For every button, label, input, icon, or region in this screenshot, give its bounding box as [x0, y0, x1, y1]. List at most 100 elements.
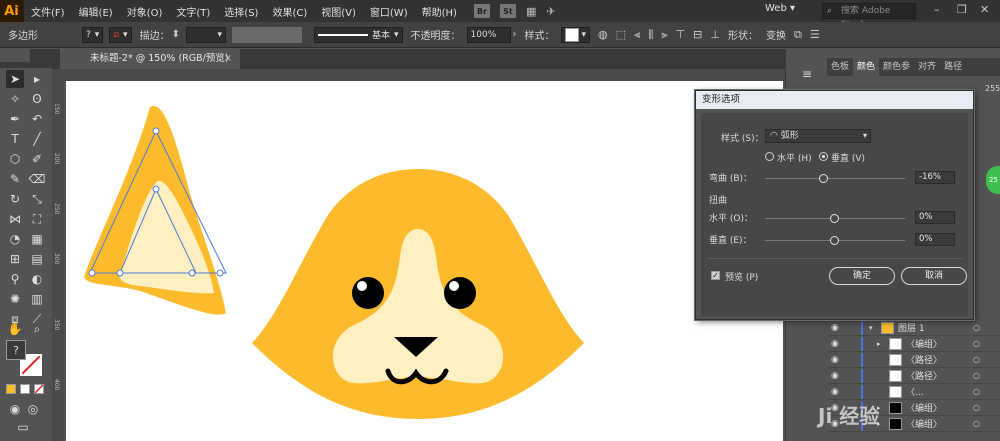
layer-row[interactable]: ◉ 〈路径〉 ○: [827, 352, 1000, 368]
layer-row[interactable]: ◉ ▾ 图层 1 ○: [827, 320, 1000, 336]
align-left-icon[interactable]: ⫷: [634, 28, 640, 42]
visibility-eye-icon[interactable]: ◉: [831, 387, 843, 397]
chevron-right-icon[interactable]: ›: [513, 29, 517, 40]
menu-type[interactable]: 文字(T): [169, 4, 217, 19]
mesh-tool-icon[interactable]: ⊞: [6, 250, 24, 268]
menu-edit[interactable]: 编辑(E): [72, 4, 120, 19]
opacity-input[interactable]: 100%: [466, 26, 511, 43]
lasso-tool-icon[interactable]: ʘ: [28, 90, 46, 108]
zoom-tool-icon[interactable]: ⌕: [28, 320, 46, 338]
blend-tool-icon[interactable]: ◐: [28, 270, 46, 288]
target-circle-icon[interactable]: ○: [973, 387, 980, 396]
menu-file[interactable]: 文件(F): [24, 4, 72, 19]
align-right-icon[interactable]: ⫸: [661, 28, 667, 42]
variable-width-profile[interactable]: [231, 26, 302, 43]
polygon-tool-icon[interactable]: ⬡: [6, 150, 24, 168]
shape-builder-tool-icon[interactable]: ◔: [6, 230, 24, 248]
none-mode-swatch[interactable]: [34, 384, 44, 394]
tab-align[interactable]: 对齐: [914, 58, 940, 76]
visibility-eye-icon[interactable]: ◉: [831, 355, 843, 365]
menu-view[interactable]: 视图(V): [314, 4, 363, 19]
paintbrush-tool-icon[interactable]: ✐: [28, 150, 46, 168]
width-tool-icon[interactable]: ⋈: [6, 210, 24, 228]
bend-slider-knob[interactable]: [818, 174, 828, 183]
distortion-vertical-slider-knob[interactable]: [830, 236, 839, 245]
fill-color-picker[interactable]: ? ▾: [82, 26, 104, 43]
scale-tool-icon[interactable]: ⤡: [28, 190, 46, 208]
vertical-radio[interactable]: [819, 152, 828, 161]
column-graph-tool-icon[interactable]: ▥: [28, 290, 46, 308]
target-circle-icon[interactable]: ○: [973, 419, 980, 428]
menu-object[interactable]: 对象(O): [120, 4, 170, 19]
expand-arrow-icon[interactable]: ▸: [877, 340, 887, 348]
cancel-button[interactable]: 取消: [901, 267, 967, 285]
ear-group[interactable]: [84, 105, 227, 315]
close-app-button[interactable]: ✕: [980, 3, 989, 16]
distortion-horizontal-input[interactable]: 0%: [915, 211, 955, 224]
menu-window[interactable]: 窗口(W): [363, 4, 415, 19]
document-tab[interactable]: 未标题-2* @ 150% (RGB/预览) ×: [60, 49, 240, 69]
magic-wand-tool-icon[interactable]: ✧: [6, 90, 24, 108]
bridge-button[interactable]: Br: [473, 4, 490, 18]
align-middle-icon[interactable]: ⊟: [693, 28, 702, 41]
artboard[interactable]: [66, 81, 783, 441]
graphic-style-picker[interactable]: ▾: [560, 26, 591, 43]
tab-pathfinder[interactable]: 路径: [940, 58, 966, 76]
distortion-horizontal-slider-knob[interactable]: [830, 214, 839, 223]
horizontal-ruler[interactable]: [52, 69, 785, 81]
curvature-tool-icon[interactable]: ↶: [28, 110, 46, 128]
isolate-icon[interactable]: ⧉: [794, 28, 802, 42]
panel-menu-icon[interactable]: ☰: [810, 28, 820, 41]
horizontal-radio[interactable]: [765, 152, 774, 161]
stroke-weight-input[interactable]: ▾: [185, 26, 226, 43]
gradient-tool-icon[interactable]: ▤: [28, 250, 46, 268]
maximize-button[interactable]: ❐: [957, 3, 967, 16]
stock-search-input[interactable]: ⌕ 搜索 Adobe Stock: [822, 3, 916, 30]
bend-slider-track[interactable]: [765, 178, 905, 179]
minimize-button[interactable]: –: [934, 3, 940, 16]
menu-select[interactable]: 选择(S): [217, 4, 265, 19]
transform-button[interactable]: 变换: [766, 27, 786, 42]
dog-head-group[interactable]: [252, 169, 584, 419]
shaper-tool-icon[interactable]: ✎: [6, 170, 24, 188]
arrange-documents-icon[interactable]: ▦: [526, 5, 536, 18]
visibility-eye-icon[interactable]: ◉: [831, 371, 843, 381]
preview-checkbox[interactable]: ✓: [711, 271, 720, 280]
visibility-eye-icon[interactable]: ◉: [831, 323, 843, 333]
layer-row[interactable]: ◉ 〈路径〉 ○: [827, 368, 1000, 384]
menu-effect[interactable]: 效果(C): [265, 4, 314, 19]
draw-mode-icon[interactable]: ◉: [6, 400, 24, 418]
expand-arrow-icon[interactable]: ▾: [869, 324, 879, 332]
selection-tool-icon[interactable]: ➤: [6, 70, 24, 88]
workspace-switcher[interactable]: Web ▾: [765, 3, 795, 14]
distortion-vertical-input[interactable]: 0%: [915, 233, 955, 246]
vertical-ruler[interactable]: 150 200 250 300 350 400: [52, 81, 64, 441]
stepper-icon[interactable]: ⬍: [172, 29, 180, 40]
direct-selection-tool-icon[interactable]: ▸: [28, 70, 46, 88]
fill-swatch[interactable]: ?: [6, 340, 26, 360]
eraser-tool-icon[interactable]: ⌫: [28, 170, 46, 188]
warp-style-select[interactable]: ◠ 弧形 ▾: [765, 129, 871, 143]
free-transform-tool-icon[interactable]: ⛶: [28, 210, 46, 228]
visibility-eye-icon[interactable]: ◉: [831, 339, 843, 349]
align-top-icon[interactable]: ⊤: [676, 28, 686, 41]
screen-mode-icon[interactable]: ▭: [14, 418, 32, 436]
fill-stroke-indicator[interactable]: ?: [6, 340, 46, 380]
perspective-grid-tool-icon[interactable]: ▦: [28, 230, 46, 248]
type-tool-icon[interactable]: T: [6, 130, 24, 148]
layer-row[interactable]: ◉ 〈... ○: [827, 384, 1000, 400]
stock-button[interactable]: St: [499, 4, 516, 18]
ok-button[interactable]: 确定: [829, 267, 895, 285]
target-circle-icon[interactable]: ○: [973, 339, 980, 348]
canvas-area[interactable]: [64, 81, 785, 441]
target-circle-icon[interactable]: ○: [973, 323, 980, 332]
eyedropper-tool-icon[interactable]: ⚲: [6, 270, 24, 288]
hand-tool-icon[interactable]: ✋: [6, 320, 24, 338]
tab-swatches[interactable]: 色板: [827, 58, 853, 76]
brush-definition-select[interactable]: 基本 ▾: [313, 26, 403, 43]
color-mode-swatch[interactable]: [6, 384, 16, 394]
layer-row[interactable]: ◉ ▸ 〈编组〉 ○: [827, 336, 1000, 352]
pen-tool-icon[interactable]: ✒: [6, 110, 24, 128]
toolbar-grip[interactable]: [0, 62, 52, 68]
properties-panel-icon[interactable]: ≡: [798, 65, 816, 83]
